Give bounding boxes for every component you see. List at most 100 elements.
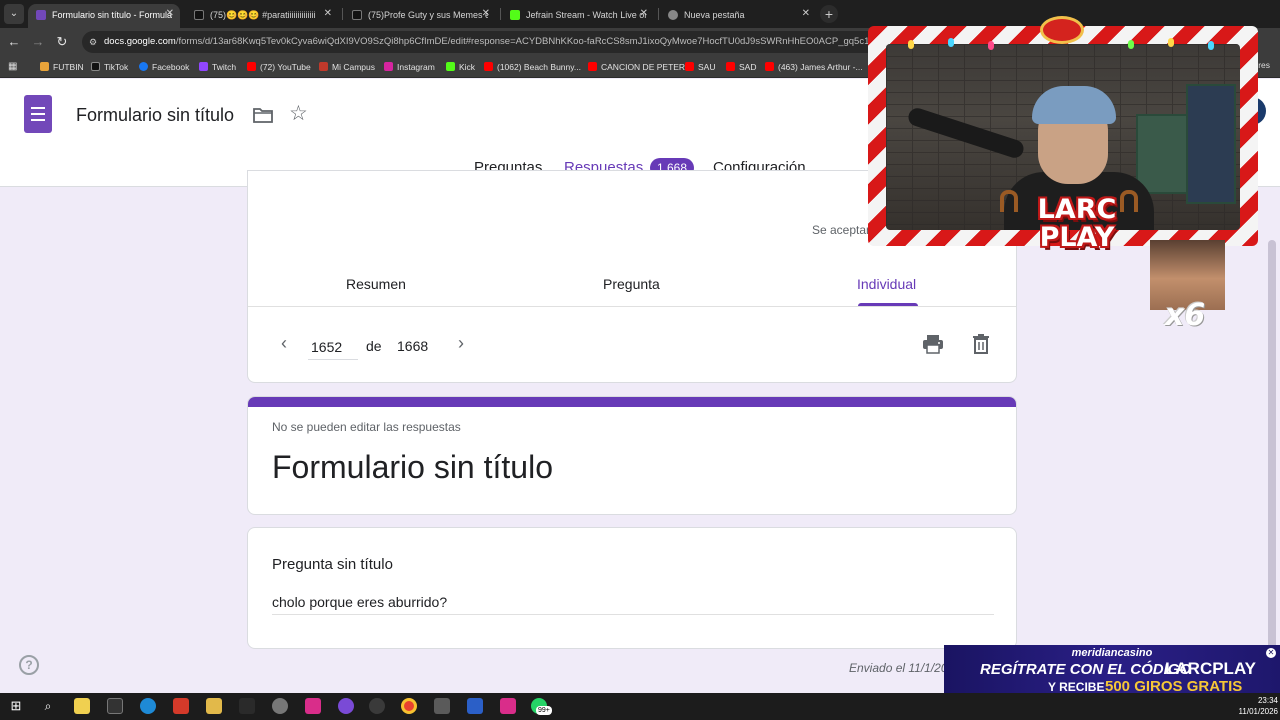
close-tab-icon[interactable]: ✕ bbox=[324, 4, 332, 24]
tab-separator bbox=[658, 8, 659, 20]
chrome-icon[interactable] bbox=[401, 698, 417, 714]
youtube-icon bbox=[765, 62, 774, 71]
calculator-icon[interactable] bbox=[434, 698, 450, 714]
close-tab-icon[interactable]: ✕ bbox=[802, 4, 810, 24]
notification-badge: 99+ bbox=[536, 706, 552, 715]
bookmark-futbin[interactable]: FUTBIN bbox=[40, 60, 84, 74]
bookmark-label: Instagram bbox=[397, 62, 435, 72]
app-icon[interactable] bbox=[272, 698, 288, 714]
bookmark-twitch[interactable]: Twitch bbox=[199, 60, 236, 74]
system-clock[interactable]: 23:34 11/01/2026 bbox=[1232, 695, 1278, 717]
bookmark-campus[interactable]: Mi Campus bbox=[319, 60, 375, 74]
bookmark-label: Facebook bbox=[152, 62, 190, 72]
next-response-icon[interactable]: › bbox=[451, 331, 471, 355]
tab-label: Formulario sin título - Formula bbox=[52, 9, 172, 20]
tab-label: (75)😊😊😊 #paratiiiiiiiiiiiiii bbox=[210, 9, 316, 20]
search-icon[interactable]: ⌕ bbox=[40, 698, 56, 714]
light-bulb-icon bbox=[1208, 41, 1214, 50]
subtab-summary[interactable]: Resumen bbox=[346, 276, 406, 292]
tab-tiktok-2[interactable]: (75)Profe Guty y sus Memes en ✕ bbox=[344, 4, 496, 28]
scrollbar[interactable] bbox=[1268, 240, 1276, 670]
forms-favicon-icon bbox=[36, 9, 46, 20]
multiplier-label: x6 bbox=[1165, 298, 1206, 333]
tiktok-favicon-icon bbox=[352, 9, 362, 20]
bookmark-james-arthur[interactable]: (463) James Arthur -... bbox=[765, 60, 863, 74]
bookmark-sau[interactable]: SAU bbox=[685, 60, 715, 74]
app-icon[interactable] bbox=[173, 698, 189, 714]
folder-app-icon[interactable] bbox=[206, 698, 222, 714]
address-bar[interactable]: ⚙ docs.google.com/forms/d/13ar68Kwq5Tev0k… bbox=[82, 31, 882, 53]
app-icon[interactable] bbox=[239, 698, 255, 714]
bookmark-sad[interactable]: SAD bbox=[726, 60, 756, 74]
bookmark-facebook[interactable]: Facebook bbox=[139, 60, 189, 74]
tiktok-favicon-icon bbox=[194, 9, 204, 20]
close-tab-icon[interactable]: ✕ bbox=[166, 4, 174, 24]
chrome-favicon-icon bbox=[668, 9, 678, 20]
tab-forms[interactable]: Formulario sin título - Formula ✕ bbox=[28, 4, 180, 28]
url-host: docs.google.com bbox=[104, 36, 176, 47]
obs-icon[interactable] bbox=[369, 698, 385, 714]
youtube-icon bbox=[588, 62, 597, 71]
app-icon[interactable] bbox=[500, 698, 516, 714]
bookmark-instagram[interactable]: Instagram bbox=[384, 60, 435, 74]
tab-kick[interactable]: Jefrain Stream - Watch Live on ✕ bbox=[502, 4, 654, 28]
previous-response-icon[interactable]: ‹ bbox=[274, 331, 294, 355]
app-icon[interactable] bbox=[338, 698, 354, 714]
tab-label: Jefrain Stream - Watch Live on bbox=[526, 9, 646, 20]
close-tab-icon[interactable]: ✕ bbox=[640, 4, 648, 24]
light-bulb-icon bbox=[1128, 40, 1134, 49]
youtube-icon bbox=[484, 62, 493, 71]
file-explorer-icon[interactable] bbox=[74, 698, 90, 714]
question-card: Pregunta sin título cholo porque eres ab… bbox=[247, 527, 1017, 649]
question-title: Pregunta sin título bbox=[272, 556, 393, 573]
bookmark-peter[interactable]: CANCION DE PETER bbox=[588, 60, 685, 74]
reload-icon[interactable]: ↻ bbox=[52, 32, 72, 52]
url-path: /forms/d/13ar68Kwq5Tev0kCyva6wiQdXI9VO9S… bbox=[175, 36, 882, 47]
edge-icon[interactable] bbox=[140, 698, 156, 714]
new-tab-button[interactable]: + bbox=[820, 5, 838, 23]
folder-icon[interactable] bbox=[253, 107, 273, 123]
bookmark-beach-bunny[interactable]: (1062) Beach Bunny... bbox=[484, 60, 581, 74]
delete-icon[interactable] bbox=[972, 333, 990, 355]
subtab-individual[interactable]: Individual bbox=[857, 276, 916, 292]
tab-search-button[interactable]: ⌄ bbox=[4, 4, 24, 24]
light-bulb-icon bbox=[908, 40, 914, 49]
google-forms-logo-icon[interactable] bbox=[24, 95, 52, 133]
facebook-icon bbox=[139, 62, 148, 71]
document-title[interactable]: Formulario sin título bbox=[76, 105, 234, 126]
form-title-card: No se pueden editar las respuestas Formu… bbox=[247, 396, 1017, 515]
bookmark-label: SAU bbox=[698, 62, 716, 72]
clock-date: 11/01/2026 bbox=[1238, 707, 1278, 716]
app-icon[interactable] bbox=[305, 698, 321, 714]
close-tab-icon[interactable]: ✕ bbox=[482, 4, 490, 24]
bookmark-label: TikTok bbox=[104, 62, 129, 72]
subtab-question[interactable]: Pregunta bbox=[603, 276, 660, 292]
forward-icon[interactable]: → bbox=[28, 32, 48, 52]
tab-label: (75)Profe Guty y sus Memes en bbox=[368, 9, 488, 20]
bookmark-youtube[interactable]: (72) YouTube bbox=[247, 60, 311, 74]
back-icon[interactable]: ← bbox=[4, 32, 24, 52]
tab-new[interactable]: Nueva pestaña ✕ bbox=[660, 4, 816, 28]
tab-tiktok-1[interactable]: (75)😊😊😊 #paratiiiiiiiiiiiiii ✕ bbox=[186, 4, 338, 28]
bookmark-label: (463) James Arthur -... bbox=[778, 62, 863, 72]
bookmark-label: (1062) Beach Bunny... bbox=[497, 62, 581, 72]
app-icon[interactable] bbox=[107, 698, 123, 714]
word-icon[interactable] bbox=[467, 698, 483, 714]
bookmark-tiktok[interactable]: TikTok bbox=[91, 60, 128, 74]
close-icon[interactable]: ✕ bbox=[1266, 648, 1276, 658]
apps-grid-icon[interactable]: ▦ bbox=[8, 61, 20, 73]
promo-brand: meridiancasino bbox=[1071, 647, 1153, 659]
site-info-icon[interactable]: ⚙ bbox=[89, 31, 97, 53]
windows-start-icon[interactable]: ⊞ bbox=[8, 698, 24, 714]
youtube-icon bbox=[726, 62, 735, 71]
response-number-input[interactable] bbox=[308, 334, 358, 360]
casino-promo-banner[interactable]: meridiancasino REGÍTRATE CON EL CÓDIGO L… bbox=[944, 645, 1280, 700]
help-icon[interactable]: ? bbox=[19, 655, 39, 675]
promo-code: LARCPLAY bbox=[1165, 659, 1256, 678]
print-icon[interactable] bbox=[922, 333, 944, 355]
bookmark-kick[interactable]: Kick bbox=[446, 60, 475, 74]
youtube-icon bbox=[247, 62, 256, 71]
star-icon[interactable]: ☆ bbox=[289, 103, 308, 125]
light-bulb-icon bbox=[1168, 38, 1174, 47]
light-bulb-icon bbox=[948, 38, 954, 47]
